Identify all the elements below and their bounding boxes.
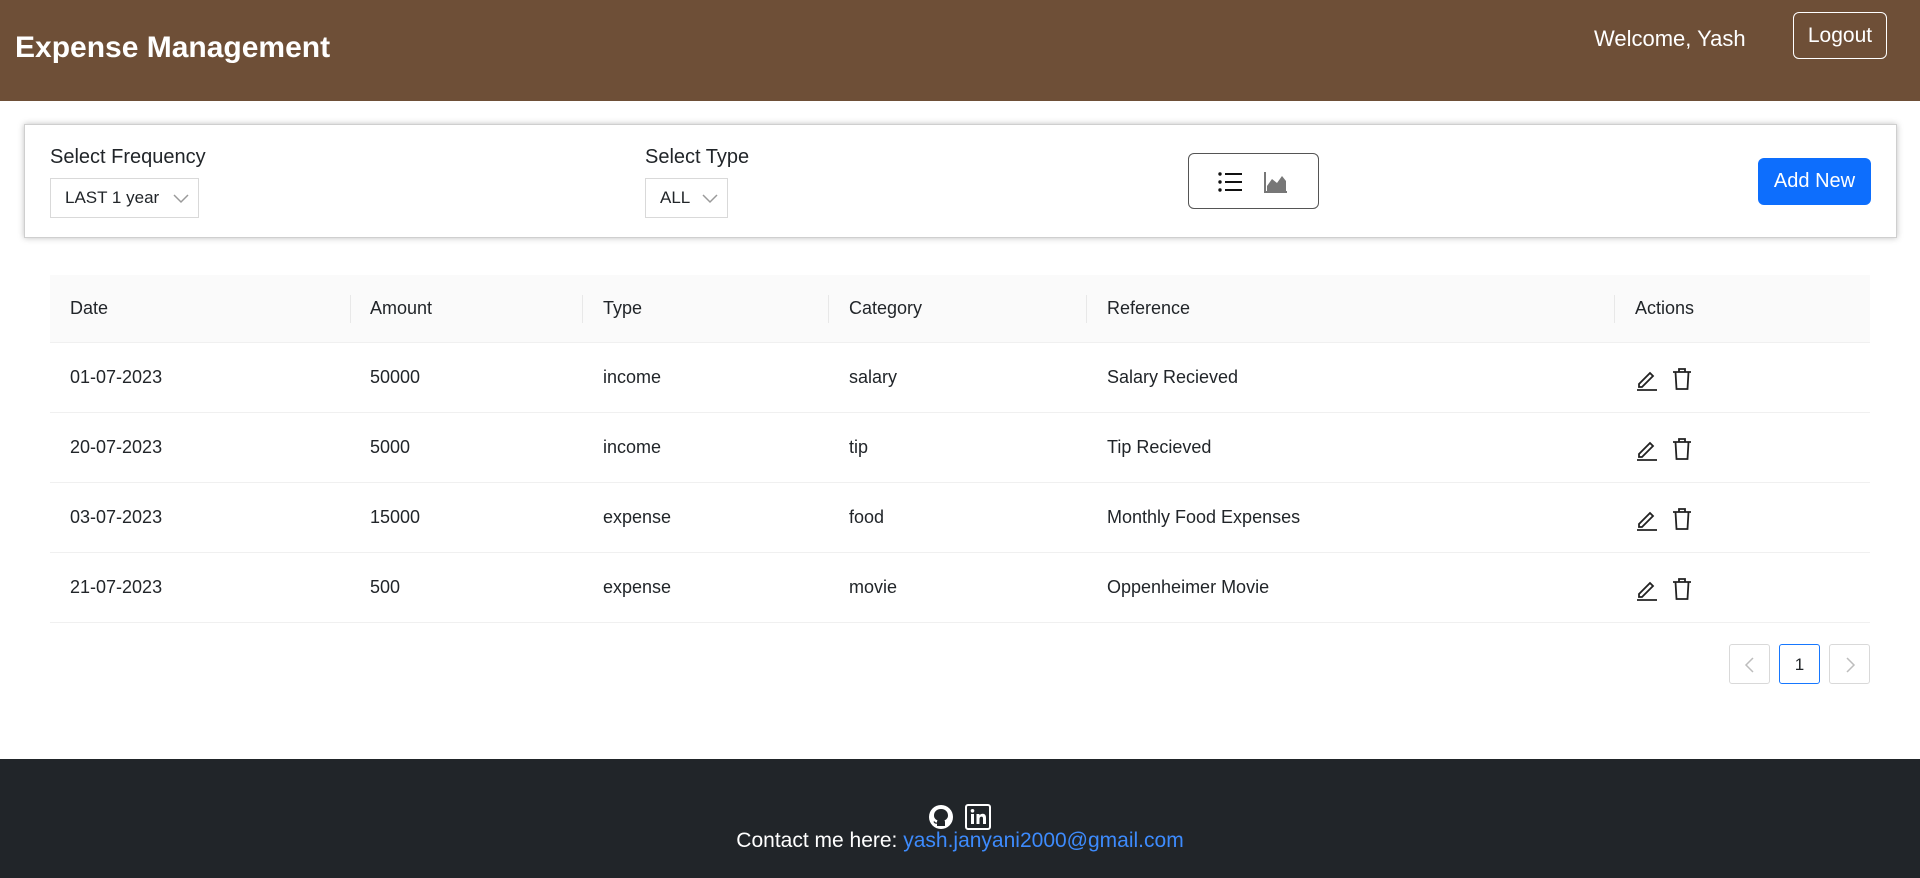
- logout-button[interactable]: Logout: [1793, 12, 1887, 59]
- column-divider: [1086, 295, 1087, 323]
- cell-reference: Tip Recieved: [1107, 437, 1212, 457]
- column-header-reference: Reference: [1107, 298, 1191, 318]
- cell-type: income: [603, 367, 662, 387]
- transactions-table: Date Amount Type Category Reference Acti…: [50, 275, 1870, 623]
- email-link[interactable]: yash.janyani2000@gmail.com: [903, 829, 1183, 852]
- cell-type: income: [603, 437, 662, 457]
- table-row: 01-07-2023 50000 income salary Salary Re…: [50, 343, 1870, 413]
- cell-amount: 500: [370, 577, 401, 597]
- cell-date: 03-07-2023: [70, 507, 163, 527]
- delete-icon[interactable]: [1670, 367, 1694, 391]
- cell-reference: Oppenheimer Movie: [1107, 577, 1270, 597]
- delete-icon[interactable]: [1670, 577, 1694, 601]
- github-icon[interactable]: [928, 804, 954, 830]
- column-header-actions: Actions: [1635, 298, 1695, 318]
- cell-date: 20-07-2023: [70, 437, 163, 457]
- column-divider: [828, 295, 829, 323]
- column-divider: [1614, 295, 1615, 323]
- frequency-select[interactable]: LAST 1 year: [50, 178, 199, 218]
- column-header-category: Category: [849, 298, 923, 318]
- cell-amount: 5000: [370, 437, 411, 457]
- cell-type: expense: [603, 507, 672, 527]
- cell-reference: Monthly Food Expenses: [1107, 507, 1301, 527]
- cell-category: food: [849, 507, 885, 527]
- cell-category: salary: [849, 367, 898, 387]
- app-title: Expense Management: [15, 31, 331, 64]
- view-toggle: [1188, 153, 1319, 209]
- list-icon[interactable]: [1217, 170, 1243, 194]
- chevron-right-icon: [1845, 657, 1855, 673]
- filter-card: Select Frequency LAST 1 year Select Type…: [24, 124, 1897, 238]
- footer: Contact me here: yash.janyani2000@gmail.…: [0, 759, 1920, 878]
- frequency-label: Select Frequency: [50, 146, 206, 168]
- type-select[interactable]: ALL: [645, 178, 728, 218]
- cell-amount: 50000: [370, 367, 421, 387]
- frequency-select-value: LAST 1 year: [65, 188, 160, 207]
- column-header-amount: Amount: [370, 298, 433, 318]
- edit-icon[interactable]: [1635, 577, 1659, 601]
- prev-page-button[interactable]: [1729, 644, 1770, 684]
- column-header-date: Date: [70, 298, 109, 318]
- area-chart-icon[interactable]: [1263, 170, 1289, 194]
- table-row: 21-07-2023 500 expense movie Oppenheimer…: [50, 553, 1870, 623]
- edit-icon[interactable]: [1635, 507, 1659, 531]
- cell-date: 01-07-2023: [70, 367, 163, 387]
- linkedin-icon[interactable]: [965, 804, 991, 830]
- delete-icon[interactable]: [1670, 507, 1694, 531]
- page-button-1[interactable]: 1: [1779, 644, 1820, 684]
- welcome-text: Welcome, Yash: [1594, 26, 1746, 51]
- edit-icon[interactable]: [1635, 437, 1659, 461]
- delete-icon[interactable]: [1670, 437, 1694, 461]
- cell-type: expense: [603, 577, 672, 597]
- chevron-left-icon: [1744, 657, 1754, 673]
- cell-date: 21-07-2023: [70, 577, 163, 597]
- cell-category: tip: [849, 437, 869, 457]
- table-row: 03-07-2023 15000 expense food Monthly Fo…: [50, 483, 1870, 553]
- column-header-type: Type: [603, 298, 643, 318]
- cell-category: movie: [849, 577, 898, 597]
- type-label: Select Type: [645, 146, 750, 168]
- table-row: 20-07-2023 5000 income tip Tip Recieved: [50, 413, 1870, 483]
- cell-reference: Salary Recieved: [1107, 367, 1239, 387]
- contact-text: Contact me here: yash.janyani2000@gmail.…: [0, 829, 1920, 853]
- column-divider: [350, 295, 351, 323]
- type-select-value: ALL: [660, 188, 691, 207]
- table-header: Date Amount Type Category Reference Acti…: [50, 275, 1870, 343]
- chevron-down-icon: [702, 194, 718, 204]
- next-page-button[interactable]: [1829, 644, 1870, 684]
- add-new-button[interactable]: Add New: [1758, 158, 1871, 205]
- contact-prefix: Contact me here:: [736, 829, 904, 852]
- column-divider: [582, 295, 583, 323]
- chevron-down-icon: [173, 194, 189, 204]
- edit-icon[interactable]: [1635, 367, 1659, 391]
- navbar: Expense Management Welcome, Yash Logout: [0, 0, 1920, 101]
- cell-amount: 15000: [370, 507, 421, 527]
